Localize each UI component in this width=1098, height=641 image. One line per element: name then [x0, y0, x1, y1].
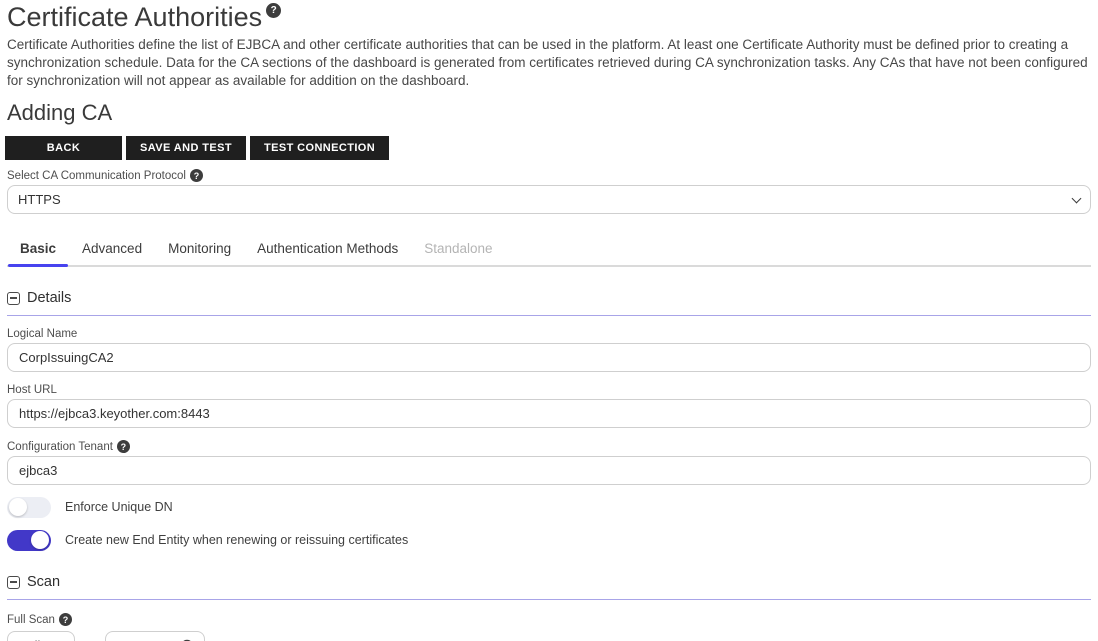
tab-authentication-methods[interactable]: Authentication Methods	[244, 234, 411, 265]
collapse-minus-icon[interactable]	[7, 292, 20, 305]
adding-ca-page: Certificate Authorities ? Certificate Au…	[0, 0, 1098, 641]
configuration-tenant-input[interactable]	[7, 456, 1091, 485]
logical-name-label: Logical Name	[7, 328, 1091, 340]
toggle-knob	[31, 531, 49, 549]
details-section-header: Details	[7, 290, 1091, 316]
configuration-tenant-label: Configuration Tenant	[7, 441, 113, 453]
tab-bar: Basic Advanced Monitoring Authentication…	[7, 234, 1091, 267]
enforce-unique-dn-label: Enforce Unique DN	[65, 500, 173, 514]
configuration-tenant-label-row: Configuration Tenant ?	[7, 440, 1091, 453]
full-scan-label-row: Full Scan ?	[7, 613, 1091, 626]
protocol-label: Select CA Communication Protocol	[7, 170, 186, 182]
protocol-help-icon[interactable]: ?	[190, 169, 203, 182]
configuration-tenant-field: Configuration Tenant ?	[7, 440, 1091, 485]
protocol-selected-value: HTTPS	[18, 192, 61, 207]
full-scan-frequency-select[interactable]: Daily	[7, 631, 75, 641]
full-scan-label: Full Scan	[7, 614, 55, 626]
chevron-down-icon	[1072, 193, 1082, 203]
full-scan-controls: Daily at 05:00 AM	[7, 631, 1091, 641]
host-url-label: Host URL	[7, 384, 1091, 396]
page-description: Certificate Authorities define the list …	[7, 36, 1093, 90]
host-url-field: Host URL	[7, 384, 1091, 428]
scan-section-title: Scan	[27, 574, 60, 590]
full-scan-help-icon[interactable]: ?	[59, 613, 72, 626]
toolbar: BACK SAVE AND TEST TEST CONNECTION	[5, 136, 1091, 160]
collapse-minus-icon[interactable]	[7, 576, 20, 589]
back-button[interactable]: BACK	[5, 136, 122, 160]
test-connection-button[interactable]: TEST CONNECTION	[250, 136, 389, 160]
enforce-unique-dn-row: Enforce Unique DN	[7, 496, 1091, 518]
create-end-entity-toggle[interactable]	[7, 530, 51, 551]
configuration-tenant-help-icon[interactable]: ?	[117, 440, 130, 453]
host-url-input[interactable]	[7, 399, 1091, 428]
save-and-test-button[interactable]: SAVE AND TEST	[126, 136, 246, 160]
adding-ca-title: Adding CA	[7, 100, 1091, 126]
page-title-help-icon[interactable]: ?	[266, 3, 281, 18]
tab-advanced[interactable]: Advanced	[69, 234, 155, 265]
full-scan-time-input[interactable]: 05:00 AM	[105, 631, 205, 641]
create-end-entity-row: Create new End Entity when renewing or r…	[7, 529, 1091, 551]
enforce-unique-dn-toggle[interactable]	[7, 497, 51, 518]
page-header: Certificate Authorities ?	[7, 2, 1091, 32]
tab-monitoring[interactable]: Monitoring	[155, 234, 244, 265]
tab-basic[interactable]: Basic	[7, 234, 69, 265]
protocol-label-row: Select CA Communication Protocol ?	[7, 169, 1091, 182]
tab-standalone: Standalone	[411, 234, 505, 265]
logical-name-field: Logical Name	[7, 328, 1091, 372]
create-end-entity-label: Create new End Entity when renewing or r…	[65, 533, 408, 547]
page-title: Certificate Authorities	[7, 2, 262, 32]
logical-name-input[interactable]	[7, 343, 1091, 372]
details-section-title: Details	[27, 290, 71, 306]
toggle-knob	[9, 498, 27, 516]
scan-section-header: Scan	[7, 574, 1091, 600]
protocol-select[interactable]: HTTPS	[7, 185, 1091, 214]
